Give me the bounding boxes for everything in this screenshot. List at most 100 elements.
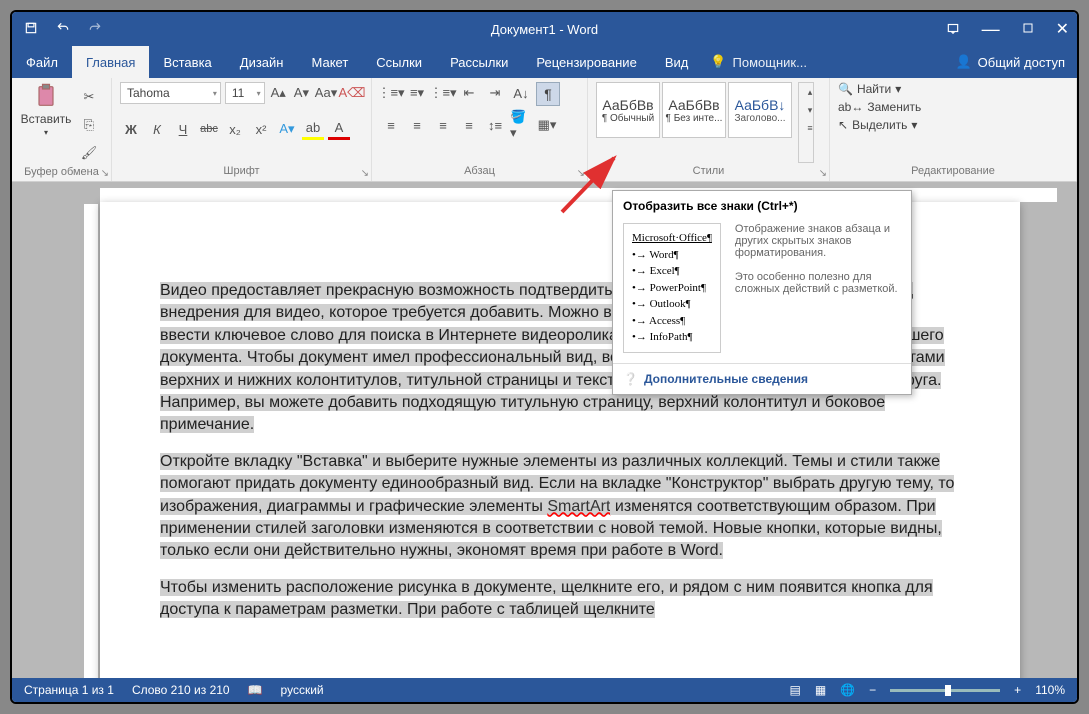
ribbon-options-icon[interactable]	[946, 21, 960, 38]
maximize-icon[interactable]	[1022, 22, 1034, 37]
zoom-out-icon[interactable]: −	[869, 683, 876, 697]
view-print-icon[interactable]: ▦	[815, 683, 826, 697]
copy-icon[interactable]: ⎘	[78, 114, 100, 136]
align-right-icon[interactable]: ≡	[432, 114, 454, 136]
sort-icon[interactable]: A↓	[510, 82, 532, 104]
align-center-icon[interactable]: ≡	[406, 114, 428, 136]
tooltip-more-link[interactable]: ❔ Дополнительные сведения	[613, 363, 911, 394]
tab-view[interactable]: Вид	[651, 46, 703, 78]
underline-button[interactable]: Ч	[172, 118, 194, 140]
zoom-slider[interactable]	[890, 689, 1000, 692]
font-name-combo[interactable]: Tahoma▾	[120, 82, 221, 104]
group-label-paragraph: Абзац	[380, 163, 579, 179]
save-icon[interactable]	[24, 21, 38, 38]
tab-design[interactable]: Дизайн	[226, 46, 298, 78]
align-left-icon[interactable]: ≡	[380, 114, 402, 136]
cut-icon[interactable]: ✂	[78, 86, 100, 108]
styles-expand-icon[interactable]: ≡	[799, 119, 821, 137]
share-label: Общий доступ	[978, 55, 1065, 70]
change-case-icon[interactable]: Aa▾	[315, 82, 337, 104]
inc-indent-icon[interactable]: ⇥	[484, 82, 506, 104]
status-lang[interactable]: русский	[281, 683, 324, 697]
tell-me-label: Помощник...	[733, 55, 807, 70]
style-name: Заголово...	[735, 113, 786, 124]
font-size-combo[interactable]: 11▾	[225, 82, 265, 104]
justify-icon[interactable]: ≡	[458, 114, 480, 136]
tab-layout[interactable]: Макет	[297, 46, 362, 78]
style-nospacing[interactable]: АаБбВв¶ Без инте...	[662, 82, 726, 138]
tab-mailings[interactable]: Рассылки	[436, 46, 522, 78]
paste-button[interactable]: Вставить ▾	[20, 82, 72, 164]
style-name: ¶ Обычный	[602, 113, 654, 124]
zoom-in-icon[interactable]: +	[1014, 683, 1021, 697]
dec-indent-icon[interactable]: ⇤	[458, 82, 480, 104]
minimize-icon[interactable]: —	[982, 19, 1000, 40]
shrink-font-icon[interactable]: A▾	[292, 82, 311, 104]
show-marks-button[interactable]: ¶	[536, 82, 560, 106]
ruler-vertical[interactable]	[84, 204, 98, 678]
tooltip-description: Отображение знаков абзаца и других скрыт…	[735, 223, 901, 353]
share-button[interactable]: 👤 Общий доступ	[943, 46, 1077, 78]
numbering-icon[interactable]: ≡▾	[406, 82, 428, 104]
select-button[interactable]: ↖Выделить ▾	[838, 118, 921, 132]
tab-review[interactable]: Рецензирование	[522, 46, 650, 78]
clear-format-icon[interactable]: A⌫	[341, 82, 363, 104]
undo-icon[interactable]	[56, 21, 70, 38]
font-name-value: Tahoma	[127, 86, 170, 100]
italic-button[interactable]: К	[146, 118, 168, 140]
paragraph-3: Чтобы изменить расположение рисунка в до…	[160, 579, 933, 618]
bullets-icon[interactable]: ⋮≡▾	[380, 82, 402, 104]
style-preview: АаБбВ↓	[735, 97, 786, 113]
grow-font-icon[interactable]: A▴	[269, 82, 288, 104]
tooltip-list-item: •→ InfoPath¶	[632, 329, 712, 346]
strike-button[interactable]: abc	[198, 118, 220, 140]
status-bar: Страница 1 из 1 Слово 210 из 210 📖 русск…	[12, 678, 1077, 702]
status-proof-icon[interactable]: 📖	[248, 683, 263, 697]
style-heading1[interactable]: АаБбВ↓Заголово...	[728, 82, 792, 138]
view-web-icon[interactable]: 🌐	[840, 683, 855, 697]
clipboard-launcher-icon[interactable]: ↘	[101, 168, 109, 179]
find-label: Найти	[857, 82, 891, 96]
borders-icon[interactable]: ▦▾	[536, 114, 558, 136]
tooltip-list-item: •→ Excel¶	[632, 263, 712, 280]
app-window: Документ1 - Word — ✕ Файл Главная Вставк…	[10, 10, 1079, 704]
superscript-button[interactable]: x²	[250, 118, 272, 140]
tab-references[interactable]: Ссылки	[362, 46, 436, 78]
tooltip-title: Отобразить все знаки (Ctrl+*)	[613, 191, 911, 219]
tab-home[interactable]: Главная	[72, 46, 149, 78]
font-launcher-icon[interactable]: ↘	[361, 168, 369, 179]
bold-button[interactable]: Ж	[120, 118, 142, 140]
zoom-value[interactable]: 110%	[1035, 683, 1065, 697]
styles-launcher-icon[interactable]: ↘	[819, 168, 827, 179]
shading-icon[interactable]: 🪣▾	[510, 114, 532, 136]
styles-scroll-up-icon[interactable]: ▴	[799, 83, 821, 101]
view-read-icon[interactable]: ▤	[790, 683, 801, 697]
styles-gallery[interactable]: АаБбВв¶ Обычный АаБбВв¶ Без инте... АаБб…	[596, 82, 792, 163]
multilevel-icon[interactable]: ⋮≡▾	[432, 82, 454, 104]
paragraph-launcher-icon[interactable]: ↘	[577, 168, 585, 179]
highlight-icon[interactable]: ab	[302, 118, 324, 140]
tooltip-desc-2: Это особенно полезно для сложных действи…	[735, 271, 901, 295]
tab-insert[interactable]: Вставка	[149, 46, 225, 78]
font-color-icon[interactable]: A	[328, 118, 350, 140]
status-page[interactable]: Страница 1 из 1	[24, 683, 114, 697]
status-words[interactable]: Слово 210 из 210	[132, 683, 230, 697]
subscript-button[interactable]: x₂	[224, 118, 246, 140]
tooltip-more-label: Дополнительные сведения	[644, 372, 808, 386]
close-icon[interactable]: ✕	[1056, 19, 1069, 39]
tab-file[interactable]: Файл	[12, 46, 72, 78]
formatpainter-icon[interactable]: 🖌	[78, 142, 100, 164]
replace-button[interactable]: ab↔Заменить	[838, 100, 921, 114]
styles-scroll-down-icon[interactable]: ▾	[799, 101, 821, 119]
find-button[interactable]: 🔍Найти ▾	[838, 82, 921, 96]
account-name[interactable]	[807, 46, 907, 78]
select-icon: ↖	[838, 118, 848, 132]
font-size-value: 11	[232, 86, 244, 100]
tell-me-box[interactable]: 💡 Помощник...	[710, 46, 807, 78]
ruler-horizontal[interactable]	[100, 188, 1057, 202]
help-icon: ❔	[623, 372, 638, 386]
text-effects-icon[interactable]: A▾	[276, 118, 298, 140]
line-spacing-icon[interactable]: ↕≡	[484, 114, 506, 136]
redo-icon[interactable]	[88, 21, 102, 38]
style-normal[interactable]: АаБбВв¶ Обычный	[596, 82, 660, 138]
